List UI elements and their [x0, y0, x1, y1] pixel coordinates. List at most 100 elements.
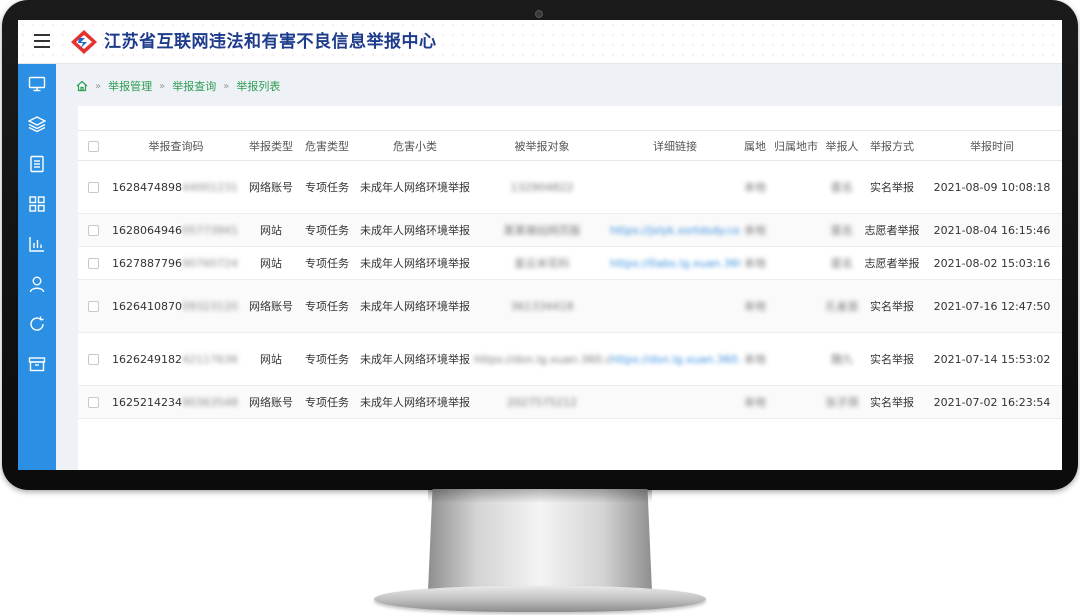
row-checkbox[interactable] [87, 397, 99, 408]
city [770, 214, 822, 247]
city [770, 333, 822, 386]
row-select-cell [78, 161, 108, 214]
menu-icon[interactable] [34, 34, 50, 48]
report-time: 2021-08-02 15:03:16 [933, 256, 1051, 270]
sidebar-item-refresh[interactable] [18, 304, 56, 344]
reporter: 匿名 [831, 181, 853, 194]
column-header[interactable]: 危害小类 [356, 131, 474, 161]
column-header[interactable]: 举报类型 [244, 131, 298, 161]
harm-type: 专项任务 [305, 353, 349, 366]
home-icon[interactable] [76, 80, 88, 92]
sidebar-item-grid[interactable] [18, 184, 56, 224]
sidebar-item-archive[interactable] [18, 344, 56, 384]
reported-target: 星云米花科 [514, 257, 570, 270]
layers-icon [28, 116, 46, 133]
region: 本地 [744, 224, 766, 237]
reporter: 匿名 [831, 257, 853, 270]
site-title: 江苏省互联网违法和有害不良信息举报中心 [104, 32, 437, 52]
select-all-checkbox[interactable] [87, 140, 99, 152]
column-header[interactable]: 举报查询码 [108, 131, 244, 161]
table-row[interactable]: 162641087009323120 网络账号 专项任务 未成年人网络环境举报 3613… [78, 279, 1062, 333]
column-header[interactable]: 归属地市 [770, 131, 822, 161]
user-icon [29, 276, 45, 293]
report-method: 实名举报 [870, 181, 914, 194]
harm-type: 专项任务 [305, 396, 349, 409]
report-type: 网站 [260, 353, 282, 366]
reported-target: 132904822 [510, 180, 574, 194]
report-time: 2021-07-16 12:47:50 [933, 299, 1051, 313]
row-select-cell [78, 214, 108, 247]
column-header[interactable]: 属地 [740, 131, 770, 161]
report-code-masked: 42117636 [182, 352, 238, 366]
city [770, 247, 822, 280]
report-code-cell: 162806494605773941 [108, 214, 244, 247]
detail-link[interactable] [610, 386, 740, 419]
harm-type: 专项任务 [305, 224, 349, 237]
monitor-icon [28, 76, 46, 92]
sidebar-item-document[interactable] [18, 144, 56, 184]
harm-type: 专项任务 [305, 300, 349, 313]
region: 本地 [744, 300, 766, 313]
detail-link[interactable]: https://jslyk.xsrtdsdy.com/ym [610, 214, 740, 247]
report-code-masked: 05773941 [182, 223, 238, 237]
stand-shadow [428, 489, 652, 503]
table-header-row: 举报查询码 举报类型 危害类型 危害小类 被举报对象 详细链接 属地 归属地市 … [78, 130, 1062, 161]
table-row[interactable]: 162521423490363548 网络账号 专项任务 未成年人网络环境举报 2027… [78, 385, 1062, 419]
sidebar-item-monitor[interactable] [18, 64, 56, 104]
harm-subtype: 未成年人网络环境举报 [360, 181, 470, 194]
report-type: 网络账号 [249, 181, 293, 194]
reported-target: 361334418 [510, 299, 574, 313]
table-row[interactable]: 162788779690760724 网站 专项任务 未成年人网络环境举报 星云米花科 h… [78, 247, 1062, 280]
breadcrumb-report-management[interactable]: 举报管理 [108, 78, 152, 94]
report-code-cell: 162847489844001231 [108, 161, 244, 214]
report-code-masked: 44001231 [182, 180, 238, 194]
column-header[interactable]: 举报人 [822, 131, 862, 161]
sidebar-item-chart[interactable] [18, 224, 56, 264]
detail-link[interactable] [610, 280, 740, 333]
row-checkbox[interactable] [87, 301, 99, 312]
column-header[interactable]: 举报时间 [922, 131, 1062, 161]
row-select-cell [78, 247, 108, 280]
breadcrumb-report-query[interactable]: 举报查询 [172, 78, 216, 94]
city [770, 280, 822, 333]
detail-link[interactable]: https://0abs.lg.xuan.360.cn/ [610, 247, 740, 280]
harm-subtype: 未成年人网络环境举报 [360, 224, 470, 237]
report-code: 1628474898 [112, 180, 182, 194]
report-code-masked: 09323120 [182, 299, 238, 313]
report-type: 网络账号 [249, 300, 293, 313]
report-code: 1628064946 [112, 223, 182, 237]
table-row[interactable]: 162624918242117636 网站 专项任务 未成年人网络环境举报 https:… [78, 333, 1062, 386]
reported-target: 2027575212 [507, 395, 577, 409]
report-code: 1626410870 [112, 299, 182, 313]
table-row[interactable]: 162806494605773941 网站 专项任务 未成年人网络环境举报 某某端站网页… [78, 213, 1062, 247]
city [770, 161, 822, 214]
detail-link[interactable] [610, 161, 740, 214]
detail-link[interactable]: https://dsn.lg.xuan.360.cn/ [610, 333, 740, 386]
column-header[interactable]: 举报方式 [862, 131, 922, 161]
refresh-icon [30, 316, 44, 331]
sidebar-item-user[interactable] [18, 264, 56, 304]
row-checkbox[interactable] [87, 182, 99, 193]
column-header[interactable]: 详细链接 [610, 131, 740, 161]
report-table: 举报查询码 举报类型 危害类型 危害小类 被举报对象 详细链接 属地 归属地市 … [78, 130, 1062, 419]
sidebar-item-layers[interactable] [18, 104, 56, 144]
report-method: 实名举报 [870, 300, 914, 313]
row-checkbox[interactable] [87, 225, 99, 236]
table-row[interactable]: 162847489844001231 网络账号 专项任务 未成年人网络环境举报 1329… [78, 161, 1062, 214]
grid-icon [29, 196, 45, 212]
column-header[interactable]: 被举报对象 [474, 131, 610, 161]
bar-chart-icon [29, 237, 44, 252]
row-checkbox[interactable] [87, 354, 99, 365]
report-method: 实名举报 [870, 396, 914, 409]
report-code: 1625214234 [112, 395, 182, 409]
reporter: 孔雀苗 [825, 300, 859, 313]
row-select-cell [78, 386, 108, 419]
report-method: 实名举报 [870, 353, 914, 366]
breadcrumb-report-list[interactable]: 举报列表 [236, 78, 280, 94]
report-type: 网络账号 [249, 396, 293, 409]
harm-type: 专项任务 [305, 257, 349, 270]
report-method: 志愿者举报 [864, 224, 920, 237]
reporter: 魏九 [831, 353, 853, 366]
row-checkbox[interactable] [87, 258, 99, 269]
column-header[interactable]: 危害类型 [298, 131, 356, 161]
